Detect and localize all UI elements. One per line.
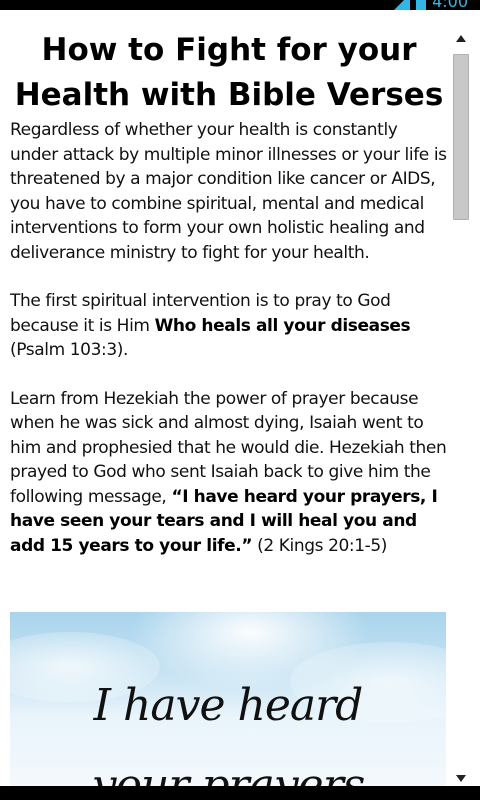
image-text-line-2: your prayers (91, 760, 366, 786)
verse-image: I have heard your prayers (10, 612, 446, 786)
reference-text: (Psalm 103:3). (10, 340, 128, 360)
article-body: How to Fight for your Health with Bible … (10, 28, 448, 582)
scrollbar-thumb[interactable] (453, 54, 469, 220)
chevron-down-icon[interactable] (452, 770, 470, 786)
paragraph-hezekiah: Learn from Hezekiah the power of prayer … (10, 387, 448, 559)
paragraph-intro: Regardless of whether your health is con… (10, 120, 447, 263)
chevron-up-icon[interactable] (452, 30, 470, 46)
article-view[interactable]: How to Fight for your Health with Bible … (0, 10, 480, 786)
status-icons: 4:00 (394, 0, 468, 10)
reference-text: (2 Kings 20:1-5) (252, 535, 388, 556)
emphasis-text: Who heals all your diseases (154, 315, 411, 336)
vertical-scrollbar[interactable] (452, 30, 470, 786)
status-bar: 4:00 (0, 0, 480, 10)
battery-icon (416, 0, 427, 10)
image-text-line-1: I have heard (93, 680, 364, 731)
status-time: 4:00 (432, 0, 468, 10)
page-title: How to Fight for your Health with Bible … (14, 32, 444, 113)
paragraph-prayer: The first spiritual intervention is to p… (10, 289, 448, 363)
signal-icon (394, 0, 411, 10)
